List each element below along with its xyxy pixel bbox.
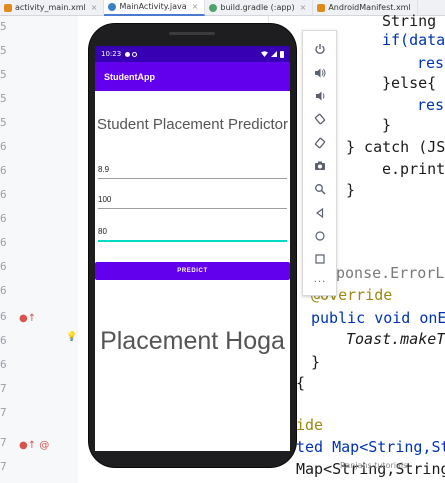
home-icon[interactable] [311,227,329,245]
overview-icon[interactable] [311,250,329,268]
wifi-icon [261,51,268,57]
editor-tab-bar: activity_main.xml × MainActivity.java × … [0,0,445,16]
close-icon[interactable]: × [192,2,199,11]
java-class-icon [108,2,117,11]
code-line: public void onE [311,309,445,327]
tab-activity-main-xml[interactable]: activity_main.xml × [0,0,105,16]
tab-label: activity_main.xml [15,3,86,12]
navigation-bar: ◀ ● ■ [95,433,290,449]
line-number: 6 [0,310,7,323]
signal-icon [271,51,277,57]
input-value: 8.9 [98,165,110,174]
override-marker-icon[interactable]: ●↑ [19,313,36,324]
tab-build-gradle[interactable]: build.gradle (:app) × [205,0,314,16]
page-title: Student Placement Predictor [97,116,288,133]
notification-icon [125,51,131,57]
camera-icon[interactable] [311,157,329,175]
tab-label: MainActivity.java [119,2,187,11]
code-line: res [417,54,445,72]
annotation-marker-icon[interactable]: ●↑ @ [19,440,49,451]
nav-home-icon[interactable]: ● [188,437,195,446]
code-line: }else{ [382,74,437,92]
back-icon[interactable] [311,204,329,222]
line-number: 5 [0,20,7,33]
line-number: 5 [0,92,7,105]
code-line: e.print [382,160,445,178]
watermark-text: Ranjans tutorials [340,461,408,470]
volume-up-icon[interactable] [311,64,329,82]
cgpa-input[interactable]: 8.9 [98,157,287,179]
line-number: 6 [0,236,7,249]
predict-button[interactable]: PREDICT [95,262,290,280]
line-number: 6 [0,212,7,225]
more-options-icon[interactable]: ··· [311,277,329,288]
code-line: } [311,353,321,371]
xml-file-icon [317,3,326,12]
rotate-right-icon[interactable] [311,134,329,152]
line-number: 7 [0,382,7,395]
line-number: 6 [0,284,7,297]
line-number: 6 [0,358,7,371]
zoom-icon[interactable] [311,180,329,198]
code-line: } [382,116,392,134]
gradle-icon [209,3,218,12]
line-number: 6 [0,140,7,153]
code-line: ponse.ErrorL [336,264,445,282]
line-number: 6 [0,164,7,177]
line-number: 6 [0,334,7,347]
android-emulator-device: 10:23 StudentApp Student Placement Predi… [89,24,296,467]
rotate-left-icon[interactable] [311,110,329,128]
status-time: 10:23 [101,50,122,58]
speaker-grille [169,32,215,35]
tab-mainactivity-java[interactable]: MainActivity.java × [104,0,206,16]
nav-recents-icon[interactable]: ■ [253,437,261,446]
line-number: 7 [0,406,7,419]
status-bar: 10:23 [95,46,290,62]
lightbulb-icon[interactable]: 💡 [66,332,77,342]
code-line: } catch (JS [346,138,445,156]
battery-icon [280,50,284,58]
line-number: 6 [0,188,7,201]
phone-screen[interactable]: 10:23 StudentApp Student Placement Predi… [95,46,290,451]
close-icon[interactable]: × [300,3,307,12]
input-value: 80 [98,227,107,236]
code-line: { [296,374,306,392]
tab-label: build.gradle (:app) [220,3,295,12]
input-value: 100 [98,195,112,204]
xml-file-icon [4,3,12,12]
line-number: 6 [0,260,7,273]
power-icon[interactable] [311,40,329,58]
code-line: res [417,96,445,114]
profile-score-input[interactable]: 80 [98,220,287,242]
code-line: ted Map<String,St [296,438,445,456]
nav-back-icon[interactable]: ◀ [124,437,130,446]
tab-label: AndroidManifest.xml [328,3,411,12]
app-title: StudentApp [104,71,155,82]
line-number: 5 [0,116,7,129]
line-number: 7 [0,436,7,449]
code-line: Toast.makeT [346,330,445,348]
line-number: 5 [0,68,7,81]
code-line: if(data [382,31,445,49]
editor-gutter: 5 5 5 5 5 6 6 6 6 6 6 6 6 6 6 7 7 7 7 ●↑… [0,16,78,483]
code-line: } [346,181,356,199]
iq-input[interactable]: 100 [98,187,287,209]
volume-down-icon[interactable] [311,87,329,105]
line-number: 7 [0,460,7,473]
close-icon[interactable]: × [91,3,98,12]
code-line: ide [296,416,324,434]
app-toolbar: StudentApp [95,62,290,91]
code-line: String [382,12,437,30]
notification-icon [132,51,138,57]
line-number: 5 [0,44,7,57]
result-text: Placement Hoga [100,327,285,355]
emulator-toolbar: ··· [302,30,337,296]
